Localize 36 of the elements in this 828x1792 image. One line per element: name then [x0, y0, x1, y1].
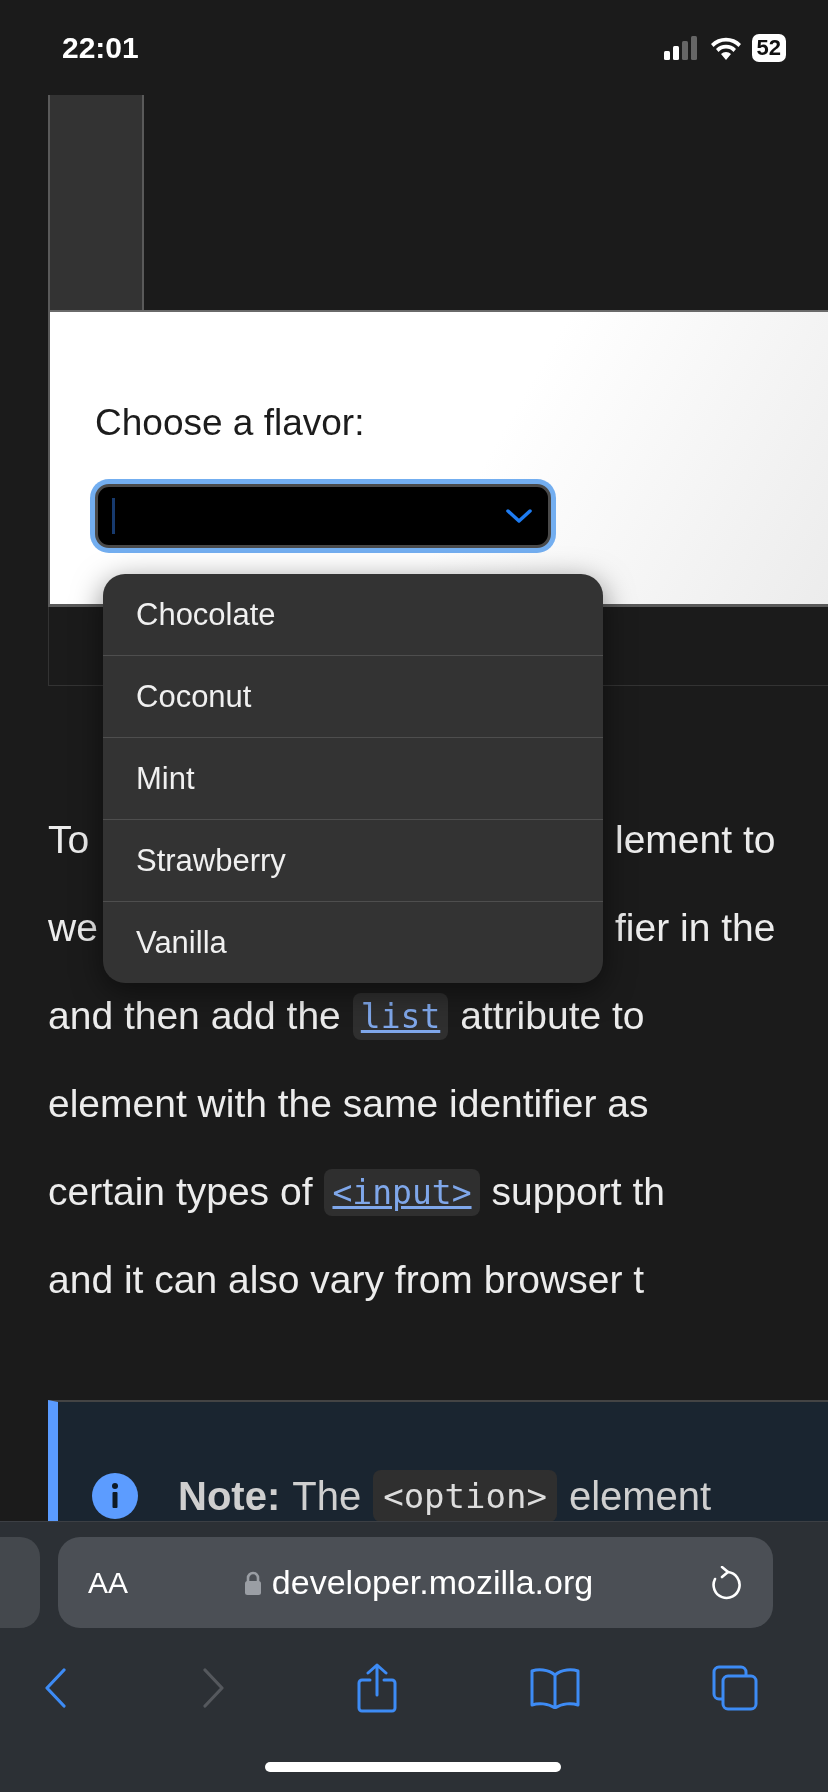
note-text: element [568, 1473, 712, 1519]
paragraph-text: fier in the [615, 906, 776, 950]
paragraph-text: lement to [615, 818, 776, 862]
signal-icon [663, 35, 700, 60]
paragraph-text: certain types of [48, 1170, 313, 1214]
battery-indicator: 52 [751, 33, 786, 62]
paragraph-text: element with the same identifier as [48, 1082, 649, 1126]
reload-icon[interactable] [709, 1565, 741, 1600]
note-text: The [292, 1473, 362, 1519]
info-icon [92, 1473, 138, 1519]
code-link[interactable]: <input> [324, 1168, 480, 1216]
paragraph-text: we [48, 906, 98, 949]
paragraph-text: attribute to [460, 994, 645, 1038]
paragraph-text: support th [491, 1170, 665, 1214]
code-link[interactable]: list [352, 992, 449, 1040]
dropdown-option[interactable]: Chocolate [103, 574, 603, 655]
book-icon[interactable] [529, 1667, 580, 1709]
paragraph-text: and then add the [48, 994, 341, 1038]
dropdown-option[interactable]: Vanilla [103, 901, 603, 983]
dropdown-option[interactable]: Strawberry [103, 819, 603, 901]
back-icon[interactable] [44, 1668, 68, 1708]
inline-code: <option> [373, 1470, 557, 1522]
wifi-icon [709, 35, 742, 60]
address-bar[interactable]: AA developer.mozilla.org [58, 1537, 773, 1628]
dropdown-option[interactable]: Mint [103, 737, 603, 819]
paragraph-text: To [48, 818, 90, 861]
dropdown-option[interactable]: Coconut [103, 655, 603, 737]
tabs-icon[interactable] [712, 1665, 758, 1711]
text-size-button[interactable]: AA [88, 1565, 129, 1600]
note-label: Note: [178, 1473, 281, 1519]
paragraph-text: and it can also vary from browser t [48, 1258, 645, 1302]
share-icon[interactable] [357, 1663, 397, 1713]
url-text: developer.mozilla.org [271, 1563, 594, 1602]
chevron-down-icon [506, 508, 532, 524]
field-label: Choose a flavor: [95, 402, 366, 444]
status-time: 22:01 [62, 30, 139, 65]
